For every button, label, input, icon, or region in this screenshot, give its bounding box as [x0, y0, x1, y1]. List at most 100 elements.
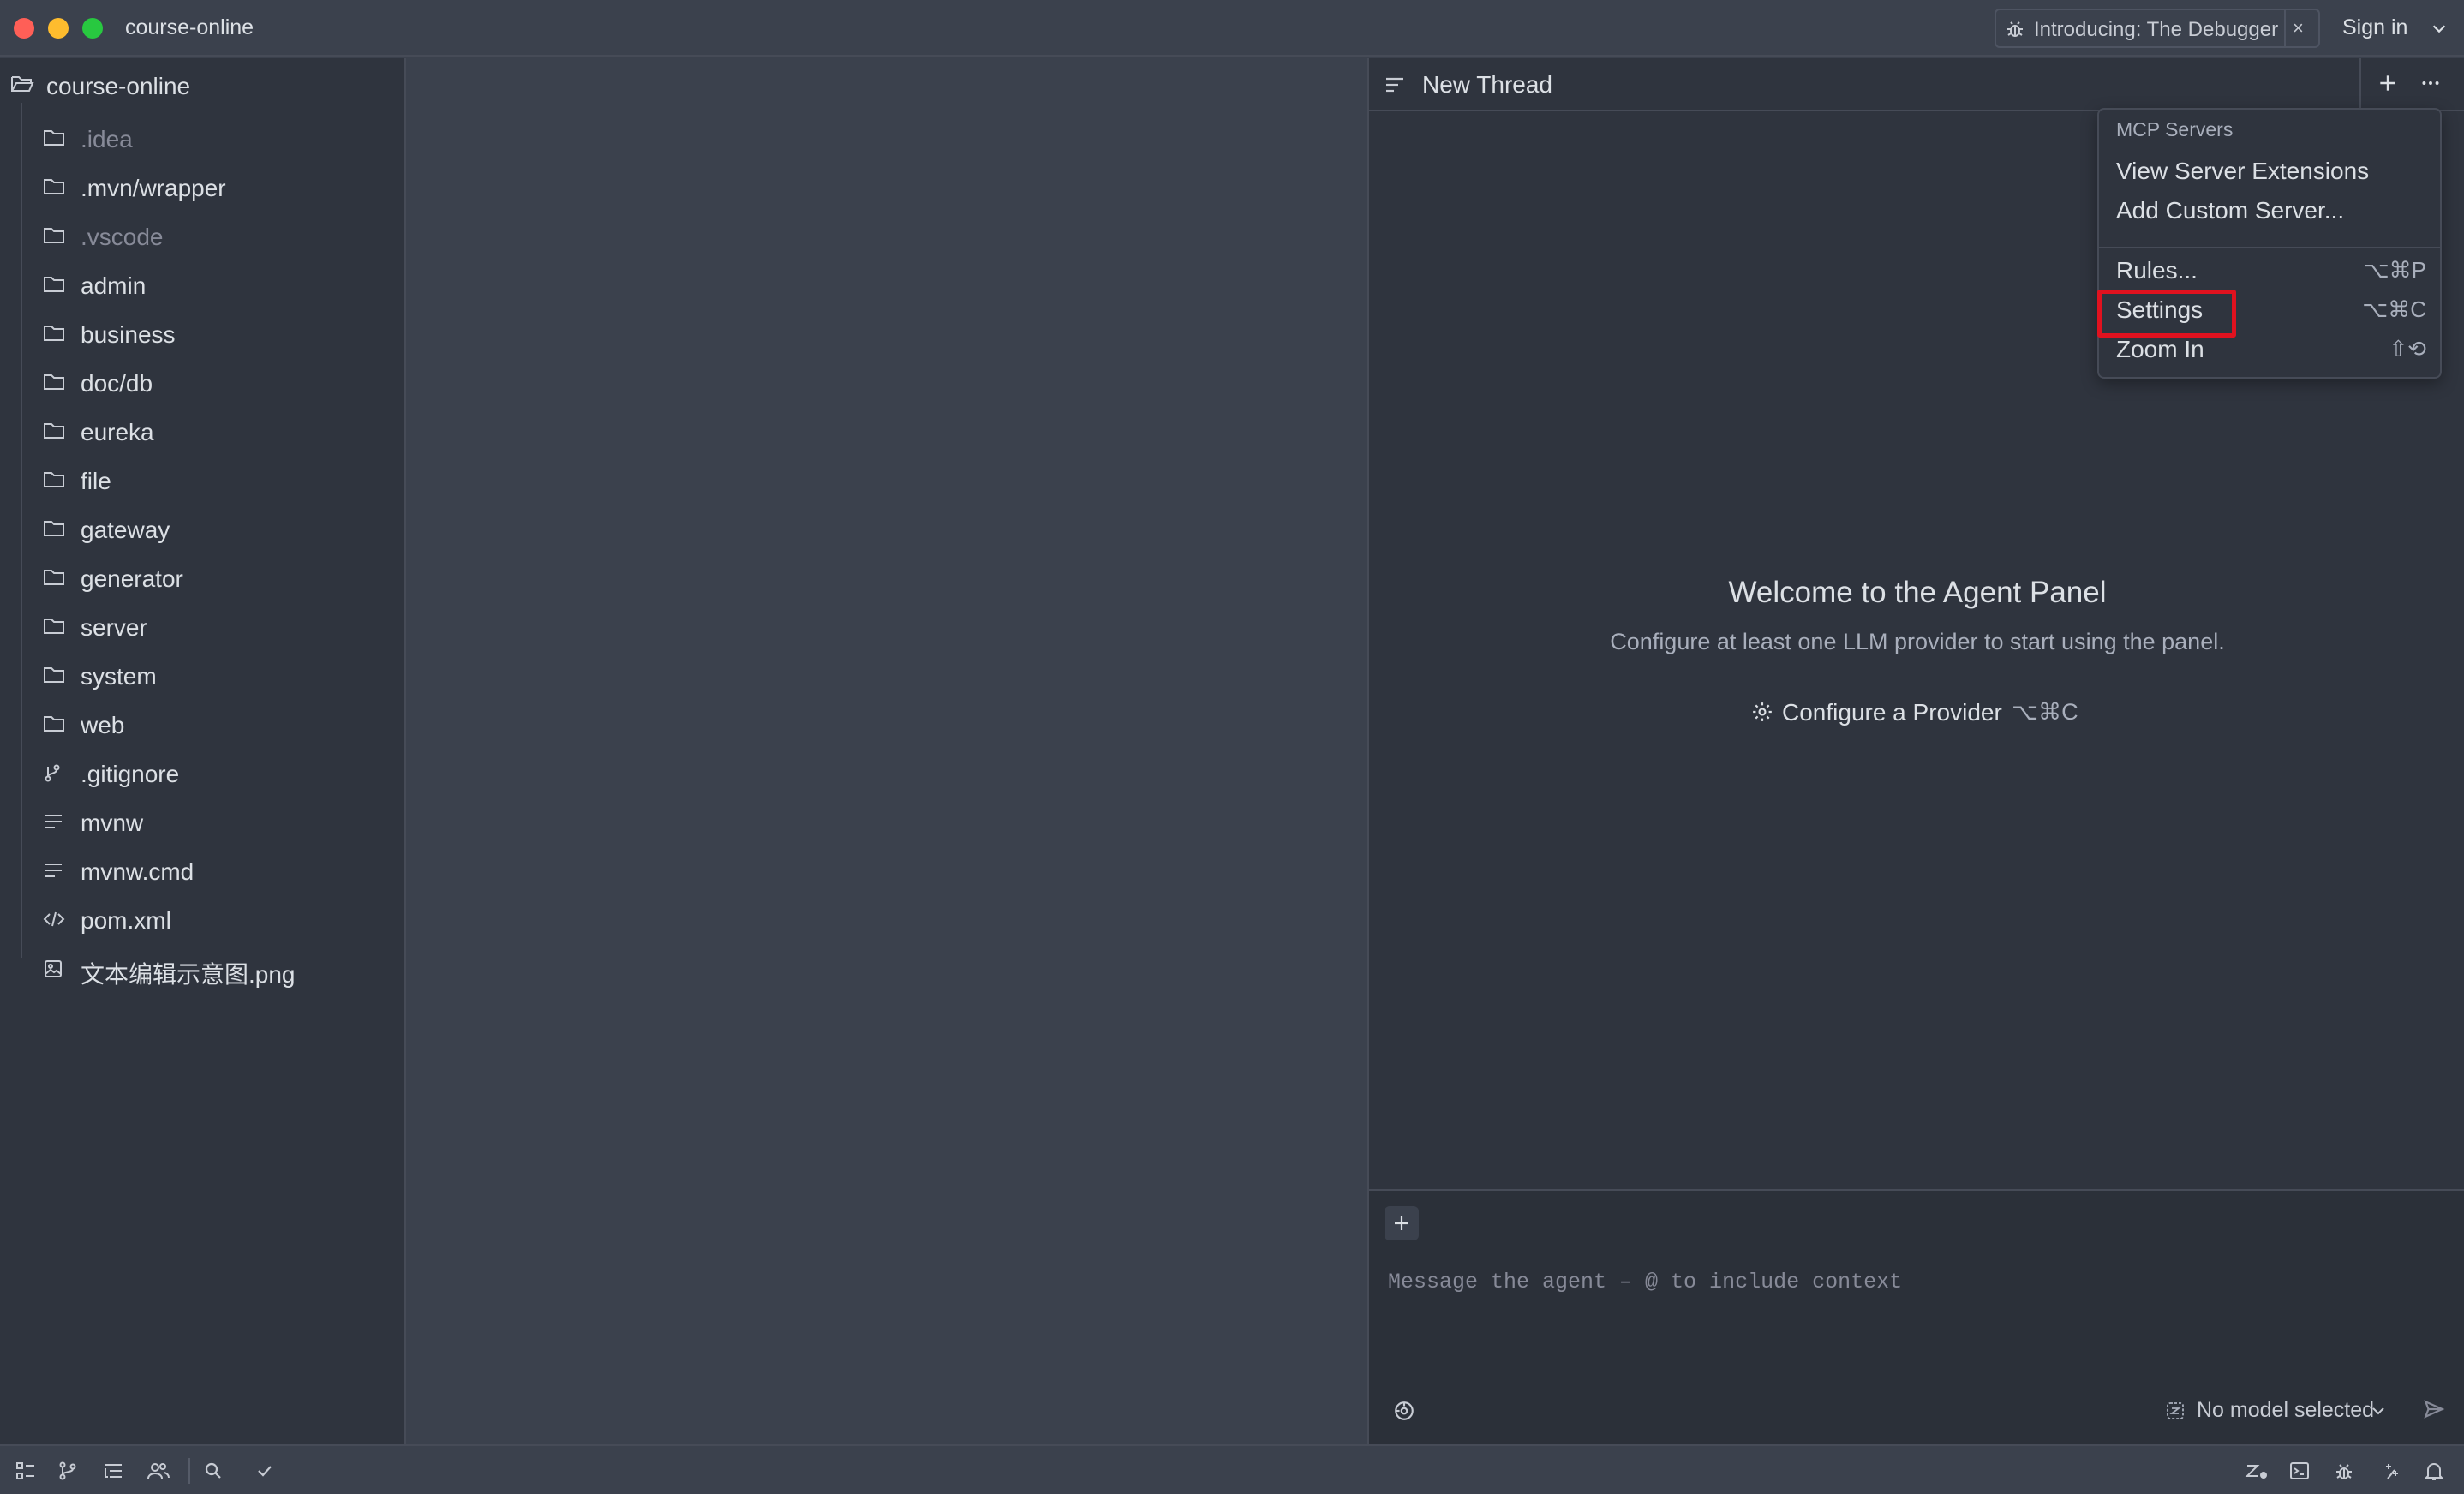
- menu-item-label: View Server Extensions: [2116, 158, 2370, 184]
- tree-item[interactable]: .vscode: [43, 216, 403, 257]
- assistant-sparkle-icon[interactable]: [2380, 1461, 2401, 1486]
- terminal-icon[interactable]: [2289, 1461, 2310, 1485]
- folder-icon: [43, 373, 65, 391]
- menu-item-shortcut: ⌥⌘P: [2363, 257, 2426, 283]
- menu-item-label: Add Custom Server...: [2116, 197, 2345, 224]
- message-composer: No model selected: [1369, 1189, 2464, 1444]
- sign-in-button[interactable]: Sign in: [2342, 15, 2407, 40]
- tree-item[interactable]: business: [43, 314, 403, 355]
- tree-item[interactable]: .idea: [43, 118, 403, 159]
- tree-item-label: mvnw: [81, 810, 144, 836]
- edit-prediction-icon[interactable]: [2245, 1461, 2269, 1485]
- project-root[interactable]: course-online: [10, 67, 396, 101]
- folder-icon: [43, 275, 65, 294]
- model-icon: [2166, 1401, 2185, 1420]
- window-minimize-button[interactable]: [48, 18, 69, 39]
- outline-icon[interactable]: [103, 1461, 123, 1485]
- tree-item-label: eureka: [81, 419, 154, 445]
- tree-indent-guide: [21, 103, 22, 958]
- menu-item-label: Zoom In: [2116, 336, 2204, 362]
- window-maximize-button[interactable]: [82, 18, 103, 39]
- image-file-icon: [43, 959, 63, 979]
- welcome-title: Welcome to the Agent Panel: [1728, 576, 2107, 609]
- search-icon[interactable]: [204, 1461, 223, 1485]
- folder-icon: [43, 421, 65, 440]
- editor-area[interactable]: [408, 58, 1367, 1444]
- tree-item[interactable]: .gitignore: [43, 753, 403, 794]
- thread-title: New Thread: [1422, 71, 1553, 98]
- tree-item-label: 文本编辑示意图.png: [81, 961, 296, 988]
- tree-item[interactable]: pom.xml: [43, 899, 403, 941]
- text-file-icon: [43, 861, 63, 880]
- folder-icon: [43, 177, 65, 196]
- menu-item-rules[interactable]: Rules... ⌥⌘P: [2108, 250, 2433, 288]
- status-bar-divider: [188, 1458, 190, 1484]
- message-input[interactable]: [1388, 1264, 2416, 1299]
- send-icon[interactable]: [2423, 1398, 2445, 1420]
- model-selector[interactable]: No model selected: [2166, 1395, 2389, 1425]
- tree-item[interactable]: generator: [43, 558, 403, 599]
- tree-item[interactable]: .mvn/wrapper: [43, 167, 403, 208]
- new-thread-button[interactable]: [2377, 72, 2399, 94]
- tree-item[interactable]: eureka: [43, 411, 403, 452]
- git-branch-icon: [43, 763, 63, 784]
- menu-item-shortcut: ⇧⟲: [2389, 336, 2426, 362]
- folder-icon: [43, 470, 65, 489]
- tree-item[interactable]: mvnw: [43, 802, 403, 843]
- tree-item[interactable]: admin: [43, 265, 403, 306]
- menu-item-label: Rules...: [2116, 257, 2198, 284]
- diagnostics-check-icon[interactable]: [255, 1461, 274, 1485]
- gear-icon: [1751, 701, 1773, 723]
- tree-item-label: system: [81, 663, 157, 690]
- tree-item[interactable]: web: [43, 704, 403, 745]
- project-title[interactable]: course-online: [125, 15, 254, 40]
- model-label: No model selected: [2197, 1398, 2375, 1422]
- tree-item[interactable]: server: [43, 607, 403, 648]
- tree-item-label: web: [81, 712, 125, 738]
- tree-item-label: .vscode: [81, 224, 164, 250]
- menu-separator: [2099, 247, 2440, 248]
- tree-item[interactable]: mvnw.cmd: [43, 851, 403, 892]
- header-divider: [2359, 58, 2361, 110]
- agent-panel-header: New Thread: [1369, 58, 2464, 111]
- tree-item-label: pom.xml: [81, 907, 171, 934]
- more-options-button[interactable]: [2419, 72, 2442, 94]
- configure-provider-button[interactable]: Configure a Provider ⌥⌘C: [1751, 694, 2094, 728]
- notification-bell-icon[interactable]: [2424, 1461, 2444, 1486]
- collaborators-icon[interactable]: [147, 1461, 170, 1485]
- chevron-down-icon[interactable]: [2430, 19, 2449, 38]
- tree-item-label: business: [81, 321, 176, 348]
- tree-item-label: .gitignore: [81, 761, 180, 787]
- announcement-banner[interactable]: Introducing: The Debugger ×: [1995, 9, 2320, 48]
- burn-mode-icon[interactable]: [1393, 1400, 1415, 1422]
- tree-item-label: server: [81, 614, 147, 641]
- configure-provider-shortcut: ⌥⌘C: [2012, 699, 2078, 725]
- announcement-close-button[interactable]: ×: [2293, 17, 2304, 39]
- folder-open-icon: [10, 74, 34, 94]
- add-context-button[interactable]: [1385, 1206, 1419, 1240]
- folder-icon: [43, 324, 65, 343]
- tree-item[interactable]: doc/db: [43, 362, 403, 403]
- bug-icon: [2005, 19, 2025, 39]
- window-close-button[interactable]: [14, 18, 34, 39]
- project-tree-icon[interactable]: [15, 1461, 36, 1485]
- folder-icon: [43, 128, 65, 147]
- folder-icon: [43, 568, 65, 587]
- announcement-text: Introducing: The Debugger: [2034, 18, 2279, 41]
- title-bar: course-online Introducing: The Debugger …: [0, 0, 2464, 57]
- text-file-icon: [43, 812, 63, 831]
- tree-item[interactable]: file: [43, 460, 403, 501]
- folder-icon: [43, 519, 65, 538]
- configure-provider-label: Configure a Provider: [1782, 699, 2002, 726]
- git-branch-icon[interactable]: [58, 1461, 77, 1485]
- thread-list-icon[interactable]: [1385, 75, 1405, 94]
- agent-options-menu: MCP Servers View Server Extensions Add C…: [2097, 108, 2442, 379]
- tree-item[interactable]: 文本编辑示意图.png: [43, 948, 403, 989]
- tree-item[interactable]: system: [43, 655, 403, 696]
- tree-item[interactable]: gateway: [43, 509, 403, 550]
- debug-icon[interactable]: [2334, 1461, 2354, 1486]
- menu-item-add-custom-server[interactable]: Add Custom Server...: [2108, 190, 2433, 228]
- project-root-label: course-online: [46, 73, 191, 99]
- code-file-icon: [43, 910, 65, 929]
- menu-item-view-server-extensions[interactable]: View Server Extensions: [2108, 151, 2433, 188]
